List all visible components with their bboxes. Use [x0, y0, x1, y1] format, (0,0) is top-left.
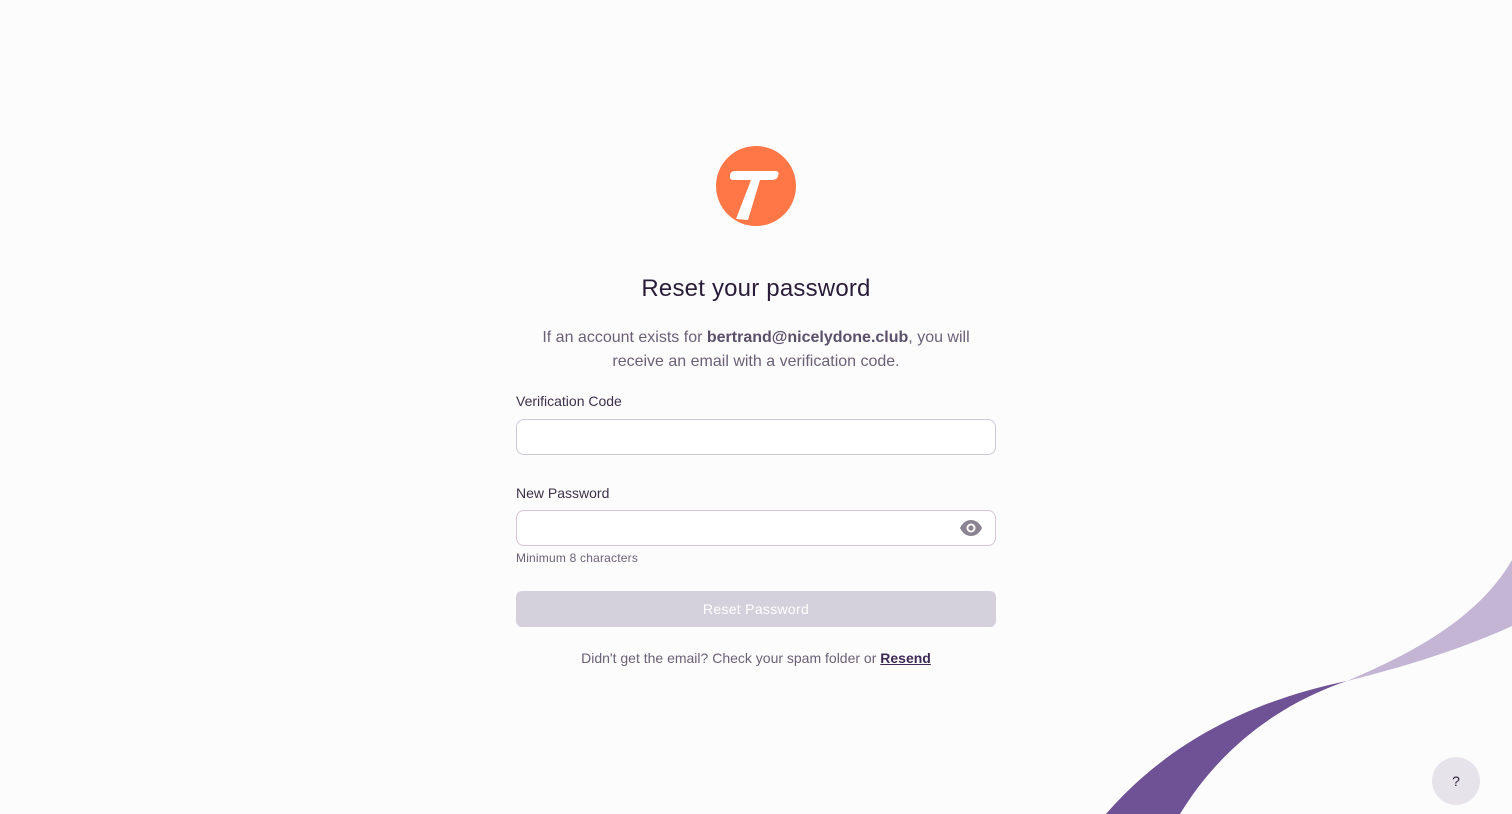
ribbon-light	[1347, 560, 1512, 681]
password-hint: Minimum 8 characters	[516, 551, 639, 565]
brand-t-logo-icon	[716, 146, 796, 226]
verification-code-field	[516, 419, 996, 455]
resend-note-text: Didn't get the email? Check your spam fo…	[581, 650, 881, 666]
resend-note: Didn't get the email? Check your spam fo…	[456, 650, 1056, 666]
verification-code-label: Verification Code	[516, 393, 622, 409]
decorative-ribbon	[1106, 560, 1512, 814]
reset-password-button[interactable]: Reset Password	[516, 591, 996, 627]
resend-link[interactable]: Resend	[880, 650, 931, 666]
ribbon-dark	[1106, 681, 1347, 814]
account-email: bertrand@nicelydone.club	[706, 329, 909, 346]
verification-code-input[interactable]	[517, 420, 975, 454]
new-password-label: New Password	[516, 485, 610, 501]
description-prefix: If an account exists for	[542, 329, 707, 346]
new-password-field	[516, 510, 996, 546]
reset-password-page: Reset your password If an account exists…	[0, 0, 1512, 814]
reset-description: If an account exists for bertrand@nicely…	[516, 326, 996, 374]
new-password-input[interactable]	[517, 511, 975, 545]
eye-icon[interactable]	[959, 518, 983, 538]
page-title: Reset your password	[641, 275, 871, 302]
help-button[interactable]: ?	[1432, 757, 1480, 805]
